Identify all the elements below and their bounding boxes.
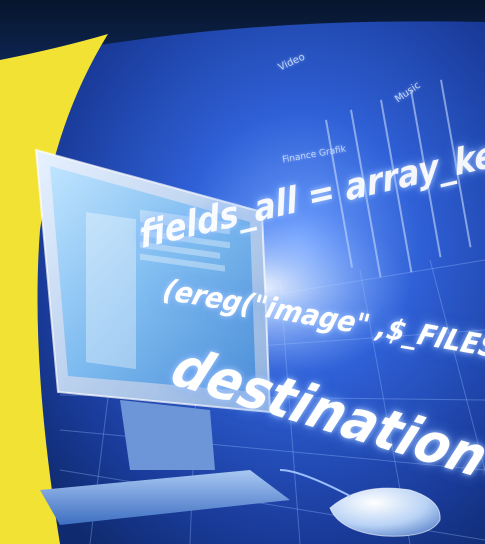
illustration-scene: Video Music Finance Grafik fields_all = … xyxy=(0,0,485,544)
